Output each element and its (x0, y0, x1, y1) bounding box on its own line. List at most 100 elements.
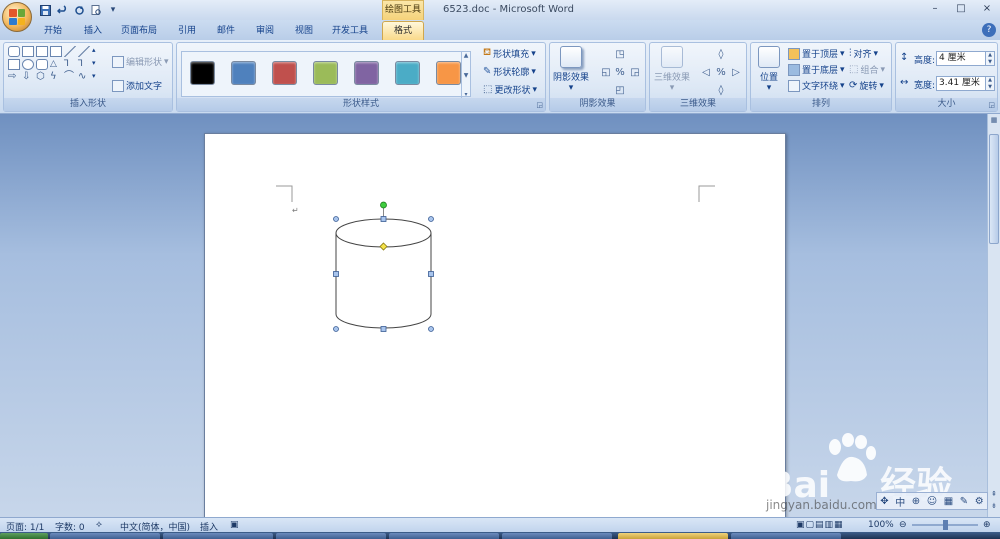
view-buttons[interactable]: ▣▢▤▥▦ (796, 520, 844, 530)
shape-elbow-icon[interactable]: ⅂ (64, 59, 76, 70)
gallery-up-icon[interactable]: ▲ (462, 52, 470, 59)
width-input[interactable]: 3.41 厘米 (936, 76, 990, 91)
zoom-level[interactable]: 100% (868, 520, 894, 530)
shadow-effects-button[interactable]: 阴影效果 ▾ (552, 46, 590, 93)
style-swatch-purple[interactable] (354, 61, 379, 85)
shapes-gallery[interactable]: ▴ △ ⅂ ⅂ ▾ ⇨ ⇩ ⬡ ϟ ⌒ ∿ ▾ (8, 46, 100, 83)
shadow-nudge-up-icon[interactable]: ◳ (614, 49, 626, 61)
shape-triangle-icon[interactable]: △ (50, 59, 62, 70)
tab-view[interactable]: 视图 (289, 23, 319, 39)
shadow-nudge-left-icon[interactable]: ◱ (600, 67, 612, 79)
tab-review[interactable]: 审阅 (250, 23, 280, 39)
office-button[interactable] (2, 2, 32, 32)
customize-icon[interactable]: ▾ (106, 3, 120, 17)
tilt-down-icon[interactable]: ◊ (715, 85, 727, 97)
shape-textbox-icon[interactable] (50, 46, 62, 57)
help-icon[interactable]: ? (982, 23, 996, 37)
scroll-thumb[interactable] (989, 134, 999, 244)
macro-record-icon[interactable]: ▣ (230, 520, 239, 530)
text-wrap-button[interactable]: 文字环绕 ▾ (788, 79, 845, 92)
save-icon[interactable] (38, 3, 52, 17)
shadow-nudge-right-icon[interactable]: ◲ (629, 67, 641, 79)
shape-rounded-rect-icon[interactable] (36, 59, 48, 70)
settings-icon[interactable]: ⚙ (975, 496, 984, 507)
send-to-back-button[interactable]: 置于底层 ▾ (788, 63, 845, 76)
style-swatch-red[interactable] (272, 61, 297, 85)
keyboard-icon[interactable]: ▦ (944, 496, 953, 507)
style-swatch-teal[interactable] (395, 61, 420, 85)
taskbar-item-3[interactable] (276, 533, 386, 539)
tab-references[interactable]: 引用 (172, 23, 202, 39)
gallery-down-icon[interactable]: ▼ (462, 72, 470, 79)
start-button[interactable] (0, 533, 48, 539)
edit-shape-button[interactable]: 编辑形状 ▾ (112, 55, 169, 68)
zoom-in-icon[interactable]: ⊕ (983, 520, 991, 530)
shape-rect-icon[interactable] (22, 46, 34, 57)
taskbar-item-2[interactable] (163, 533, 273, 539)
prev-page-icon[interactable]: ⇞ (988, 490, 1000, 502)
shape-arrow-line-icon[interactable] (78, 46, 90, 57)
tilt-left-icon[interactable]: ◁ (700, 67, 712, 79)
tilt-up-icon[interactable]: ◊ (715, 49, 727, 61)
next-page-icon[interactable]: ⇟ (988, 502, 1000, 514)
3d-effects-button[interactable]: 三维效果 ▾ (652, 46, 692, 93)
tilt-right-icon[interactable]: ▷ (730, 67, 742, 79)
shape-outline-button[interactable]: ✎ 形状轮廓 ▾ (483, 65, 536, 78)
style-swatch-orange[interactable] (436, 61, 461, 85)
proofing-icon[interactable]: ⟡ (96, 520, 102, 530)
shape-lightning-icon[interactable]: ϟ (50, 72, 62, 83)
group-button[interactable]: ⬚ 组合 ▾ (849, 63, 885, 76)
undo-icon[interactable] (55, 3, 69, 17)
3d-toggle-icon[interactable]: % (715, 67, 727, 79)
paw-mini-icon[interactable]: ✥ (880, 496, 888, 507)
ruler-toggle-icon[interactable]: ▦ (988, 116, 1000, 128)
add-text-button[interactable]: 添加文字 (112, 79, 162, 92)
shadow-toggle-icon[interactable]: % (614, 67, 626, 79)
selection-handles[interactable] (333, 201, 434, 332)
smile-icon[interactable]: ☺ (927, 496, 937, 507)
taskbar-item-word[interactable] (618, 533, 728, 539)
shape-right-arrow-icon[interactable]: ⇨ (8, 72, 20, 83)
bring-to-front-button[interactable]: 置于顶层 ▾ (788, 47, 845, 60)
height-spinner[interactable]: ▲ ▼ (985, 51, 995, 66)
shape-picture-icon[interactable] (36, 46, 48, 57)
tab-developer[interactable]: 开发工具 (328, 23, 372, 39)
position-button[interactable]: 位置 ▾ (755, 46, 783, 93)
rotate-button[interactable]: ⟳ 旋转 ▾ (849, 79, 884, 92)
taskbar-item-5[interactable] (502, 533, 612, 539)
shape-ellipse-icon[interactable] (22, 59, 34, 70)
document-page[interactable]: ↵ (204, 133, 786, 533)
taskbar-item-6[interactable] (731, 533, 841, 539)
shape-down-arrow-icon[interactable]: ⇩ (22, 72, 34, 83)
shape-expand-icon[interactable]: ▾ (92, 72, 104, 83)
print-preview-icon[interactable] (89, 3, 103, 17)
shape-arc-icon[interactable]: ⌒ (64, 72, 76, 83)
shape-line-icon[interactable] (64, 46, 76, 57)
shape-cylinder-icon[interactable] (8, 46, 20, 57)
cylinder-shape[interactable] (335, 218, 432, 329)
tab-insert[interactable]: 插入 (78, 23, 108, 39)
shape-fill-button[interactable]: ⛾ 形状填充 ▾ (483, 47, 536, 60)
shape-rectangle-icon[interactable] (8, 59, 20, 70)
minimize-button[interactable]: – (922, 2, 948, 16)
style-swatch-green[interactable] (313, 61, 338, 85)
shape-scroll-icon[interactable]: ▾ (92, 59, 104, 70)
shape-more-icon[interactable]: ▴ (92, 46, 104, 57)
vertical-scrollbar[interactable]: ▦ ⇞ ⇟ (987, 114, 1000, 517)
punctuation-icon[interactable]: ⊕ (912, 496, 920, 507)
gallery-more-icon[interactable]: ▾ (462, 91, 470, 98)
close-button[interactable]: × (974, 2, 1000, 16)
shadow-nudge-down-icon[interactable]: ◰ (614, 85, 626, 97)
tab-mailings[interactable]: 邮件 (211, 23, 241, 39)
width-spinner[interactable]: ▲ ▼ (985, 76, 995, 91)
dialog-launcher-icon[interactable]: ◲ (536, 101, 543, 109)
chinese-mode-icon[interactable]: 中 (895, 494, 905, 509)
zoom-slider-thumb[interactable] (943, 520, 948, 530)
pencil-icon[interactable]: ✎ (960, 496, 968, 507)
align-button[interactable]: ⫶ 对齐 ▾ (849, 47, 878, 60)
gallery-scroll[interactable]: ▲ ▼ ▾ (461, 52, 470, 98)
style-swatch-blue[interactable] (231, 61, 256, 85)
height-input[interactable]: 4 厘米 (936, 51, 990, 66)
tab-page-layout[interactable]: 页面布局 (118, 23, 160, 39)
maximize-button[interactable]: □ (948, 2, 974, 16)
